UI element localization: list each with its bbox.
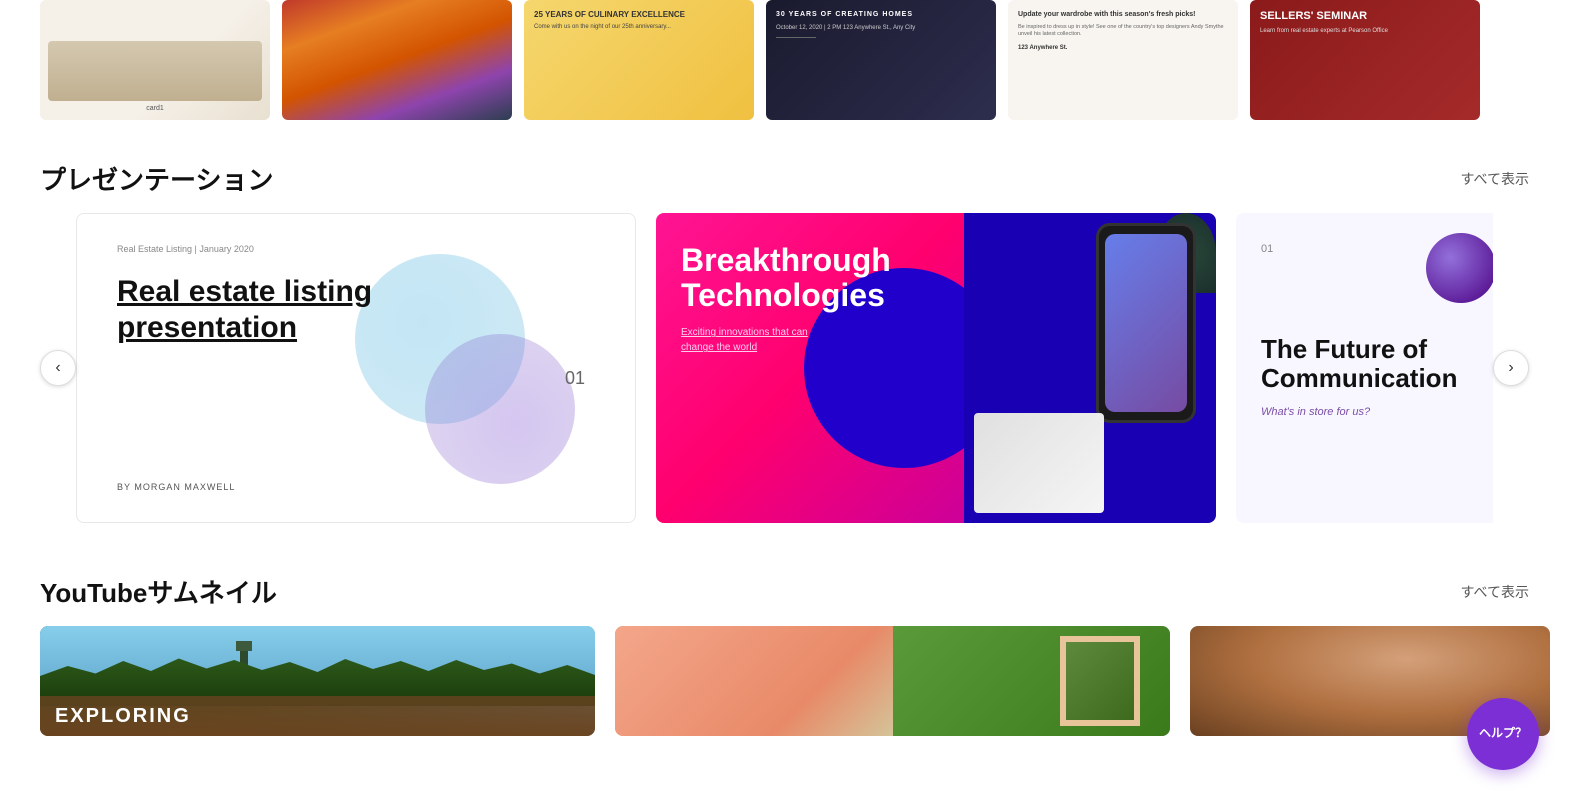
card1-footer-text: card1 xyxy=(48,105,262,112)
card2-image xyxy=(282,0,512,120)
presentation-card-breakthrough[interactable]: Breakthrough Technologies Exciting innov… xyxy=(656,213,1216,523)
pres1-main-title: Real estate listing presentation xyxy=(117,274,417,346)
pres2-subtitle: Exciting innovations that can change the… xyxy=(681,325,939,355)
pres1-author: BY MORGAN MAXWELL xyxy=(117,482,235,492)
carousel-left-arrow[interactable]: ‹ xyxy=(40,350,76,386)
youtube-view-all[interactable]: すべて表示 xyxy=(1461,582,1529,602)
top-card-aerial-city[interactable] xyxy=(282,0,512,120)
card6-body: Learn from real estate experts at Pearso… xyxy=(1260,27,1470,35)
pres2-right-panel xyxy=(964,213,1216,523)
card3-body: Come with us on the night of our 25th an… xyxy=(534,24,744,30)
presentation-section-header: プレゼンテーション すべて表示 xyxy=(0,140,1569,213)
youtube-cards-row: EXPLORING xyxy=(0,626,1569,736)
top-card-seminar[interactable]: SELLERS' SEMINAR Learn from real estate … xyxy=(1250,0,1480,120)
pres1-number: 01 xyxy=(565,368,585,389)
top-cards-row: card1 25 YEARS OF CULINARY EXCELLENCE Co… xyxy=(0,0,1569,140)
pres2-title: Breakthrough Technologies xyxy=(681,243,939,313)
youtube-card-2[interactable] xyxy=(615,626,1170,736)
carousel-right-arrow[interactable]: › xyxy=(1493,350,1529,386)
pres3-subtitle: What's in store for us? xyxy=(1261,406,1491,418)
card5-addr: 123 Anywhere St. xyxy=(1018,45,1228,51)
youtube-section-header: YouTubeサムネイル すべて表示 xyxy=(0,553,1569,626)
card5-body: Be inspired to dress up in style! See on… xyxy=(1018,24,1228,39)
pres2-tablet-image xyxy=(974,413,1104,513)
carousel-items: Real Estate Listing | January 2020 01 Re… xyxy=(76,213,1493,523)
yt1-tower-top xyxy=(236,641,252,651)
presentation-carousel: ‹ Real Estate Listing | January 2020 01 … xyxy=(0,213,1569,523)
top-card-fashion[interactable]: Update your wardrobe with this season's … xyxy=(1008,0,1238,120)
pres3-title: The Future of Communication xyxy=(1261,335,1491,392)
card4-divider xyxy=(776,37,816,38)
top-card-culinary[interactable]: 25 YEARS OF CULINARY EXCELLENCE Come wit… xyxy=(524,0,754,120)
youtube-card-exploring[interactable]: EXPLORING xyxy=(40,626,595,736)
help-button[interactable]: ヘルプ？ xyxy=(1467,698,1539,770)
card3-title: 25 YEARS OF CULINARY EXCELLENCE xyxy=(534,10,744,20)
youtube-section: YouTubeサムネイル すべて表示 EXPLORING xyxy=(0,523,1569,736)
pres2-left-panel: Breakthrough Technologies Exciting innov… xyxy=(656,213,964,523)
pres1-circle-2 xyxy=(425,334,575,484)
card6-title: SELLERS' SEMINAR xyxy=(1260,10,1470,23)
yt2-frame xyxy=(1060,636,1140,726)
help-button-label: ヘルプ？ xyxy=(1479,726,1527,742)
presentation-section-title: プレゼンテーション xyxy=(40,160,273,197)
presentation-view-all[interactable]: すべて表示 xyxy=(1461,169,1529,189)
card4-date: October 12, 2020 | 2 PM 123 Anywhere St.… xyxy=(776,25,986,31)
card4-title: 30 YEARS OF CREATING HOMES xyxy=(776,10,986,19)
card5-title: Update your wardrobe with this season's … xyxy=(1018,10,1228,20)
card1-image xyxy=(48,41,262,101)
top-card-living-room[interactable]: card1 xyxy=(40,0,270,120)
pres2-phone-image xyxy=(1096,223,1196,423)
yt1-title: EXPLORING xyxy=(55,705,191,728)
presentation-card-real-estate[interactable]: Real Estate Listing | January 2020 01 Re… xyxy=(76,213,636,523)
top-card-homes[interactable]: 30 YEARS OF CREATING HOMES October 12, 2… xyxy=(766,0,996,120)
pres2-phone-screen xyxy=(1105,234,1187,412)
youtube-section-title: YouTubeサムネイル xyxy=(40,573,277,610)
pres3-orb xyxy=(1426,233,1493,303)
presentation-card-future[interactable]: 01 The Future of Communication What's in… xyxy=(1236,213,1493,523)
